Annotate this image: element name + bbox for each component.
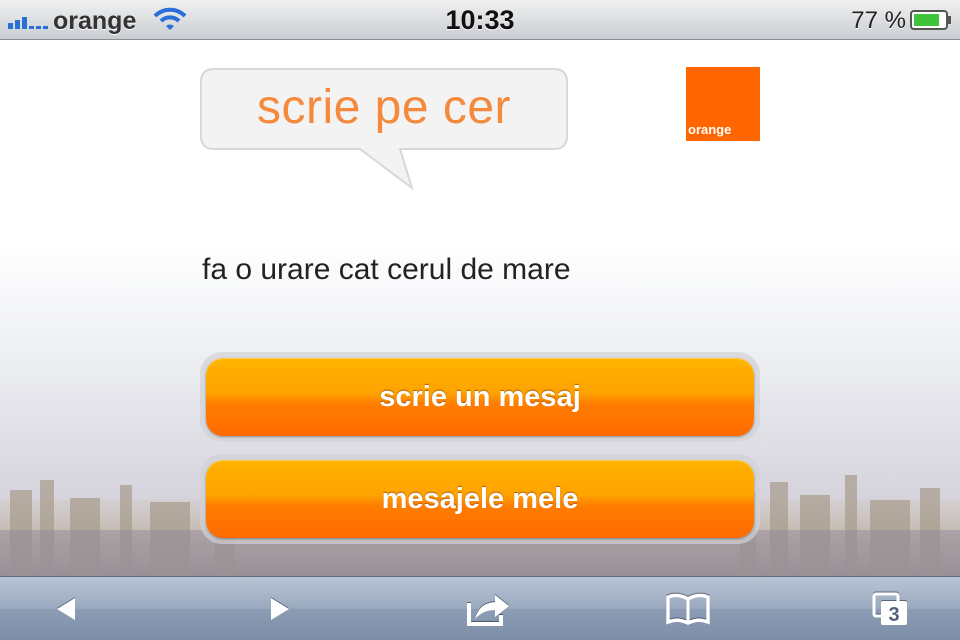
browser-toolbar: 3 [0, 576, 960, 640]
forward-icon [271, 598, 289, 620]
share-button[interactable] [458, 585, 518, 633]
bookmarks-icon [666, 593, 710, 625]
back-button[interactable] [36, 585, 96, 633]
battery-icon [910, 10, 951, 30]
status-bar: orange 10:33 77 % [0, 0, 960, 40]
write-message-button[interactable]: scrie un mesaj [206, 358, 754, 436]
pages-count: 3 [888, 604, 899, 626]
bookmarks-button[interactable] [658, 585, 718, 633]
bubble-title: scrie pe cer [256, 81, 512, 134]
forward-button[interactable] [250, 585, 310, 633]
web-content: scrie pe cer orange fa o urare cat cerul… [0, 40, 960, 576]
orange-logo-text: orange [688, 122, 732, 137]
write-message-button-frame: scrie un mesaj [200, 352, 760, 442]
clock: 10:33 [445, 5, 515, 35]
pages-button[interactable]: 3 [860, 585, 920, 633]
orange-logo: orange [686, 67, 760, 141]
share-icon [467, 595, 509, 626]
my-messages-button[interactable]: mesajele mele [206, 460, 754, 538]
tagline: fa o urare cat cerul de mare [202, 253, 571, 286]
back-icon [57, 598, 75, 620]
battery-percentage: 77 % [851, 7, 906, 34]
pages-icon: 3 [872, 592, 907, 626]
my-messages-button-frame: mesajele mele [200, 454, 760, 544]
